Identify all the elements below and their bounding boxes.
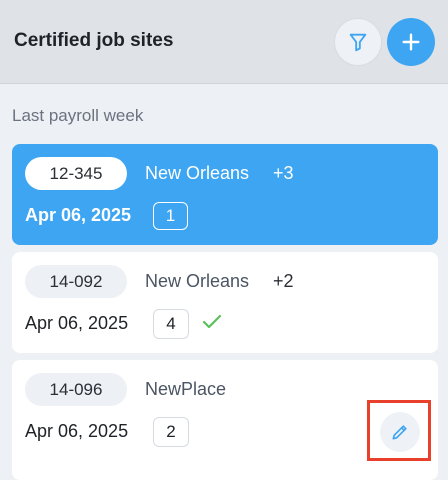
payroll-count-badge: 4 (153, 309, 189, 339)
add-job-site-button[interactable] (387, 18, 435, 66)
check-icon (202, 314, 222, 329)
payroll-count-badge: 1 (153, 202, 188, 230)
header: Certified job sites (0, 0, 448, 84)
edit-button[interactable] (380, 412, 420, 452)
payroll-count-badge: 2 (153, 417, 189, 447)
payroll-date: Apr 06, 2025 (25, 313, 129, 333)
job-code-pill: 12-345 (25, 157, 127, 190)
page-title: Certified job sites (14, 30, 174, 51)
filter-icon (349, 33, 367, 52)
job-code-pill: 14-092 (25, 265, 127, 298)
job-location: NewPlace (145, 379, 227, 399)
job-site-card[interactable]: 14-096 NewPlace Apr 06, 2025 2 (12, 360, 438, 480)
plus-icon (402, 33, 420, 51)
job-code-pill: 14-096 (25, 373, 127, 406)
section-label: Last payroll week (12, 106, 144, 125)
job-location: New Orleans (145, 271, 250, 291)
pencil-icon (392, 425, 407, 440)
payroll-date: Apr 06, 2025 (25, 421, 129, 441)
extra-locations-count: +3 (273, 163, 294, 183)
job-site-card[interactable]: 12-345 New Orleans +3 Apr 06, 2025 1 (12, 144, 438, 245)
job-location: New Orleans (145, 163, 250, 183)
job-site-card[interactable]: 14-092 New Orleans +2 Apr 06, 2025 4 (12, 252, 438, 353)
filter-button[interactable] (334, 18, 382, 66)
payroll-date: Apr 06, 2025 (25, 205, 132, 225)
extra-locations-count: +2 (273, 271, 294, 291)
